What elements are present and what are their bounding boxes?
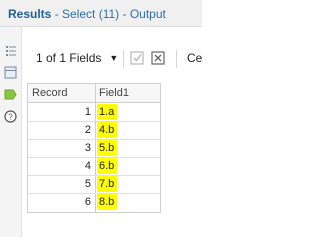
record-cell: 6 xyxy=(84,196,91,208)
table-icon[interactable] xyxy=(3,65,18,80)
table-row[interactable]: 5 7.b xyxy=(28,175,160,194)
table-row[interactable]: 4 6.b xyxy=(28,157,160,176)
table-row[interactable]: 3 5.b xyxy=(28,139,160,158)
title-bar: Results - Select (11) - Output xyxy=(0,0,202,27)
left-sidebar: ? xyxy=(0,27,22,237)
clear-icon[interactable] xyxy=(151,51,165,65)
field1-cell: 4.b xyxy=(97,122,118,138)
tag-icon[interactable] xyxy=(3,87,18,102)
record-cell: 2 xyxy=(84,124,91,136)
column-header-record[interactable]: Record xyxy=(32,87,67,99)
fields-dropdown-label: 1 of 1 Fields xyxy=(36,51,102,65)
toolbar-cut-label[interactable]: Ce xyxy=(187,51,202,65)
table-row[interactable]: 1 1.a xyxy=(28,103,160,122)
chevron-down-icon: ▼ xyxy=(109,53,119,63)
fields-dropdown[interactable]: 1 of 1 Fields ▼ xyxy=(36,51,118,65)
check-icon[interactable] xyxy=(130,51,144,65)
svg-text:?: ? xyxy=(8,113,13,122)
record-cell: 1 xyxy=(84,106,91,118)
field1-cell: 7.b xyxy=(97,176,118,192)
list-icon[interactable] xyxy=(3,44,18,59)
record-cell: 3 xyxy=(84,142,91,154)
window-title-bold: Results xyxy=(8,7,52,21)
help-icon[interactable]: ? xyxy=(3,109,18,124)
table-row[interactable]: 6 8.b xyxy=(28,193,160,211)
field1-cell: 1.a xyxy=(97,104,118,120)
record-cell: 4 xyxy=(84,160,91,172)
field1-cell: 8.b xyxy=(97,194,118,210)
results-toolbar: 1 of 1 Fields ▼ Ce xyxy=(23,42,202,75)
column-header-field1[interactable]: Field1 xyxy=(99,87,129,99)
window-title-rest: - Select (11) - Output xyxy=(51,7,166,21)
toolbar-divider xyxy=(176,50,177,68)
grid-header: Record Field1 xyxy=(28,84,160,103)
field1-cell: 6.b xyxy=(97,158,118,174)
table-row[interactable]: 2 4.b xyxy=(28,121,160,140)
window-title: Results - Select (11) - Output xyxy=(8,7,166,21)
toolbar-divider xyxy=(123,50,124,68)
field1-cell: 5.b xyxy=(97,140,118,156)
record-cell: 5 xyxy=(84,178,91,190)
results-grid[interactable]: Record Field1 1 1.a 2 4.b 3 5.b 4 6.b 5 … xyxy=(27,83,161,213)
